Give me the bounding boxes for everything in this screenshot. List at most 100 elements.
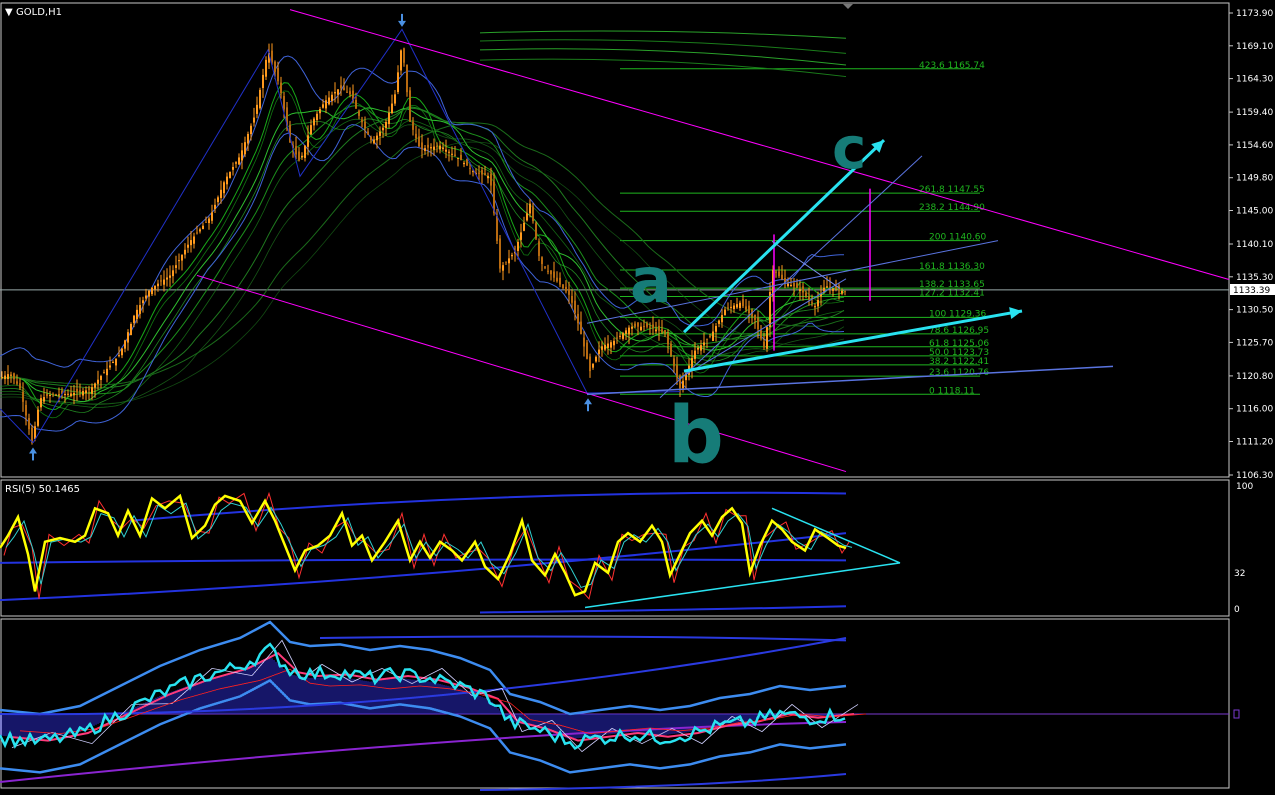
candle-body bbox=[817, 300, 819, 307]
candle-body bbox=[205, 221, 207, 223]
candle-body bbox=[538, 241, 540, 256]
candle-body bbox=[310, 125, 312, 135]
fib-level-label: 0 1118.11 bbox=[929, 386, 975, 396]
candle-body bbox=[103, 372, 105, 374]
candle-body bbox=[574, 300, 576, 314]
candle-body bbox=[646, 323, 648, 327]
candle-body bbox=[247, 133, 249, 144]
candle-body bbox=[676, 364, 678, 378]
candle-body bbox=[40, 398, 42, 408]
candle-body bbox=[265, 59, 267, 77]
candle-body bbox=[64, 394, 66, 396]
candle-body bbox=[550, 270, 552, 275]
price-axis-label: 1173.90 bbox=[1236, 9, 1273, 19]
hand-label-c: c bbox=[832, 114, 866, 182]
candle-body bbox=[814, 306, 816, 308]
candle-body bbox=[445, 149, 447, 152]
candle-body bbox=[58, 394, 60, 396]
candle-body bbox=[106, 368, 108, 376]
candle-body bbox=[637, 322, 639, 327]
candle-body bbox=[172, 270, 174, 277]
candle-body bbox=[220, 189, 222, 198]
fib-level-label: 200 1140.60 bbox=[929, 233, 987, 243]
candle-body bbox=[154, 285, 156, 290]
candle-body bbox=[133, 315, 135, 323]
candle-body bbox=[337, 89, 339, 95]
candle-body bbox=[55, 394, 57, 396]
candle-body bbox=[109, 365, 111, 368]
candle-body bbox=[532, 206, 534, 222]
candle-body bbox=[175, 265, 177, 268]
candle-body bbox=[454, 154, 456, 156]
candle-body bbox=[841, 290, 843, 294]
rsi-tick-32: 32 bbox=[1234, 569, 1245, 579]
candle-body bbox=[148, 290, 150, 297]
candle-body bbox=[640, 326, 642, 331]
candle-body bbox=[7, 374, 9, 380]
candle-body bbox=[253, 117, 255, 123]
candle-body bbox=[613, 340, 615, 346]
candle-body bbox=[736, 304, 738, 308]
candle-body bbox=[544, 266, 546, 268]
candle-body bbox=[478, 172, 480, 174]
chart-window[interactable]: 423.6 1165.74 261.8 1147.55 238.2 1144.90 2… bbox=[0, 0, 1275, 791]
candle-body bbox=[343, 87, 345, 91]
candle-body bbox=[304, 145, 306, 158]
candle-body bbox=[826, 286, 828, 288]
price-axis-label: 1169.10 bbox=[1236, 42, 1273, 52]
candle-body bbox=[52, 393, 54, 395]
candle-body bbox=[421, 142, 423, 149]
candle-body bbox=[328, 97, 330, 105]
candle-body bbox=[496, 215, 498, 241]
candle-body bbox=[793, 283, 795, 287]
candle-body bbox=[664, 330, 666, 334]
candle-body bbox=[466, 158, 468, 166]
candle-body bbox=[316, 113, 318, 121]
candle-body bbox=[589, 356, 591, 372]
candle-body bbox=[412, 121, 414, 130]
candle-body bbox=[301, 155, 303, 158]
candle-body bbox=[709, 335, 711, 337]
current-price-text: 1133.39 bbox=[1233, 286, 1270, 296]
candle-body bbox=[379, 131, 381, 136]
candle-body bbox=[673, 358, 675, 367]
hand-label-a: a bbox=[630, 244, 672, 317]
candle-body bbox=[358, 110, 360, 116]
candle-body bbox=[256, 104, 258, 114]
candle-body bbox=[523, 222, 525, 231]
candle-body bbox=[622, 333, 624, 339]
candle-body bbox=[139, 305, 141, 314]
candle-body bbox=[145, 295, 147, 299]
candle-body bbox=[754, 315, 756, 320]
symbol-dropdown-icon[interactable]: ▼ bbox=[5, 7, 13, 18]
candle-body bbox=[169, 275, 171, 278]
price-axis-label: 1145.00 bbox=[1236, 207, 1273, 217]
candle-body bbox=[766, 327, 768, 349]
candle-body bbox=[661, 329, 663, 333]
price-axis-label: 1149.80 bbox=[1236, 174, 1273, 184]
candle-body bbox=[811, 302, 813, 304]
candle-body bbox=[724, 309, 726, 316]
fib-level-label: 38.2 1122.41 bbox=[929, 357, 989, 367]
candle-body bbox=[25, 404, 27, 416]
candle-body bbox=[280, 82, 282, 93]
candle-body bbox=[178, 260, 180, 262]
candle-body bbox=[502, 265, 504, 271]
candle-body bbox=[196, 232, 198, 234]
candle-body bbox=[643, 326, 645, 328]
candle-body bbox=[364, 121, 366, 129]
candle-body bbox=[100, 376, 102, 380]
candle-body bbox=[658, 325, 660, 331]
candle-body bbox=[508, 258, 510, 264]
candle-body bbox=[571, 295, 573, 303]
candle-body bbox=[43, 397, 45, 402]
candle-body bbox=[223, 182, 225, 194]
candle-body bbox=[682, 380, 684, 389]
price-axis-label: 1140.10 bbox=[1236, 240, 1273, 250]
candle-body bbox=[274, 61, 276, 72]
candle-body bbox=[271, 50, 273, 63]
candle-body bbox=[157, 283, 159, 287]
candle-body bbox=[124, 340, 126, 349]
candle-body bbox=[757, 318, 759, 330]
candle-body bbox=[121, 348, 123, 356]
